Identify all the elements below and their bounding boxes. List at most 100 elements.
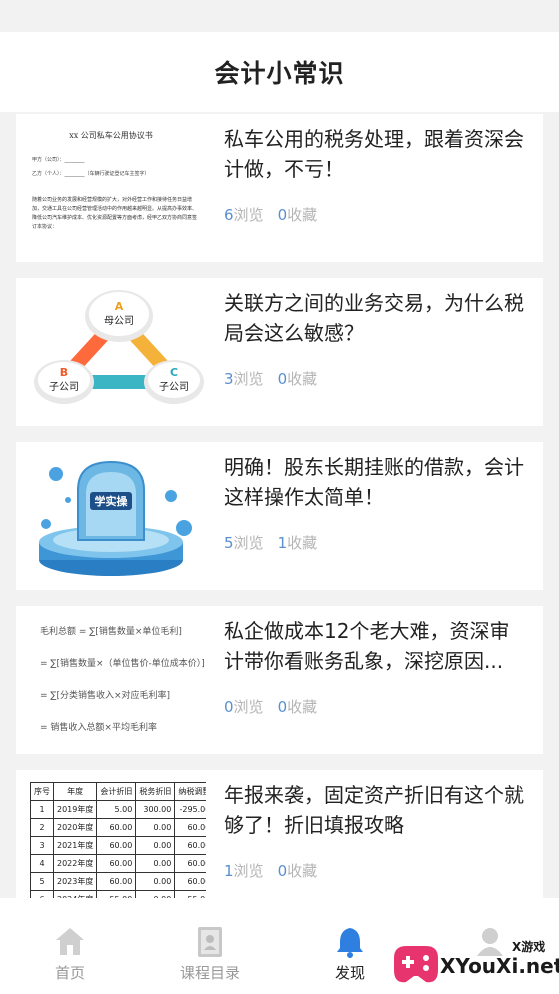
article-stats: 3浏览 0收藏: [224, 368, 317, 389]
formula-line: 毛利总额 = ∑[销售数量×单位毛利]: [40, 627, 182, 637]
table-cell: 60.00: [96, 818, 137, 837]
thumb-doc-body: 随着公司业务的发展和经营规模的扩大，对外经营工作和接待任务日益增加，交通工具在公…: [32, 197, 198, 230]
table-header-cell: 年度: [52, 782, 98, 801]
table-cell: 55.00: [174, 890, 206, 898]
article-stats: 5浏览 1收藏: [224, 532, 317, 553]
article-list[interactable]: xx 公司私车公用协议书 甲方（公司）：________ 乙方（个人）：____…: [0, 112, 559, 898]
status-bar: [0, 0, 559, 32]
table-cell: 5.00: [96, 800, 137, 819]
table-cell: 0.00: [135, 818, 176, 837]
table-cell: 0.00: [135, 890, 176, 898]
article-stats: 1浏览 0收藏: [224, 860, 317, 881]
article-title: 私车公用的税务处理，跟着资深会计做，不亏！: [224, 127, 524, 181]
table-cell: 60.00: [96, 872, 137, 891]
article-stats: 0浏览 0收藏: [224, 696, 317, 717]
tab-course-catalog[interactable]: 课程目录: [140, 898, 280, 994]
book-icon: [196, 926, 224, 962]
page-title: 会计小常识: [0, 32, 559, 112]
article-card[interactable]: 学实操 明确！股东长期挂账的借款，会计这样操作太简单！ 5浏览 1收藏: [16, 442, 543, 590]
table-cell: 60.00: [96, 854, 137, 873]
table-cell: 60.00: [174, 836, 206, 855]
table-cell: 3: [30, 836, 54, 855]
article-title: 年报来袭，固定资产折旧有这个就够了！折旧填报攻略: [224, 783, 524, 837]
podium-illustration: 学实操: [16, 442, 206, 590]
watermark-sub: X游戏: [512, 940, 546, 954]
table-cell: 2021年度: [52, 836, 98, 855]
node-c-label: 子公司: [159, 381, 189, 393]
view-label: 浏览: [233, 534, 264, 552]
article-title: 明确！股东长期挂账的借款，会计这样操作太简单！: [224, 455, 524, 509]
table-cell: 55.00: [96, 890, 137, 898]
article-thumbnail-podium: 学实操: [16, 442, 206, 590]
table-cell: 2020年度: [52, 818, 98, 837]
view-count: 5: [224, 534, 234, 552]
fav-label: 收藏: [287, 698, 318, 716]
fav-count: 0: [277, 370, 288, 388]
triangle-diagram: A 母公司 B 子公司 C 子公司: [16, 278, 206, 426]
node-a-letter: A: [115, 300, 124, 313]
podium-sign-text: 学实操: [95, 494, 129, 508]
view-label: 浏览: [233, 370, 264, 388]
node-a-label: 母公司: [104, 315, 134, 327]
fav-count: 0: [277, 698, 288, 716]
thumb-doc-line: 乙方（个人）：________（车辆行驶证登记车主签字）: [32, 171, 150, 177]
table-cell: 4: [30, 854, 54, 873]
formula-line: = 销售收入总额×平均毛利率: [40, 723, 157, 733]
table-cell: 60.00: [174, 854, 206, 873]
table-cell: 2019年度: [52, 800, 98, 819]
table-header-cell: 序号: [30, 782, 54, 801]
article-thumbnail-agreement: xx 公司私车公用协议书 甲方（公司）：________ 乙方（个人）：____…: [16, 114, 206, 262]
formula-line: = ∑[分类销售收入×对应毛利率]: [40, 691, 171, 701]
article-thumbnail-triangle: A 母公司 B 子公司 C 子公司: [16, 278, 206, 426]
tab-home[interactable]: 首页: [0, 898, 140, 994]
table-row: 52023年度60.000.0060.00: [30, 872, 206, 891]
home-icon: [53, 926, 87, 960]
table-cell: 300.00: [135, 800, 176, 819]
fav-count: 0: [277, 862, 288, 880]
table-row: 22020年度60.000.0060.00: [30, 818, 206, 837]
node-c-letter: C: [170, 366, 178, 379]
bell-icon: [335, 926, 365, 962]
gamepad-logo-icon: [394, 946, 438, 983]
formula-line: = ∑[销售数量×（单位售价-单位成本价）]: [40, 659, 205, 669]
node-b-label: 子公司: [49, 381, 79, 393]
table-cell: 2: [30, 818, 54, 837]
fav-label: 收藏: [287, 370, 318, 388]
watermark-brand: XYouXi.net: [440, 954, 559, 978]
table-cell: 5: [30, 872, 54, 891]
article-thumbnail-table: 序号年度会计折旧税务折旧纳税调整 12019年度5.00300.00-295.0…: [16, 770, 206, 898]
table-row: 32021年度60.000.0060.00: [30, 836, 206, 855]
article-card[interactable]: 序号年度会计折旧税务折旧纳税调整 12019年度5.00300.00-295.0…: [16, 770, 543, 898]
article-title: 关联方之间的业务交易，为什么税局会这么敏感？: [224, 291, 524, 345]
article-card[interactable]: A 母公司 B 子公司 C 子公司 关联方之间的业务交易，为什么税局会这么敏感？…: [16, 278, 543, 426]
table-row: 42022年度60.000.0060.00: [30, 854, 206, 873]
article-card[interactable]: 毛利总额 = ∑[销售数量×单位毛利] = ∑[销售数量×（单位售价-单位成本价…: [16, 606, 543, 754]
view-label: 浏览: [233, 698, 264, 716]
fav-label: 收藏: [287, 206, 318, 224]
view-count: 6: [224, 206, 234, 224]
article-title: 私企做成本12个老大难，资深审计带你看账务乱象，深挖原因...: [224, 619, 510, 673]
table-cell: 2022年度: [52, 854, 98, 873]
view-count: 0: [224, 698, 234, 716]
article-card[interactable]: xx 公司私车公用协议书 甲方（公司）：________ 乙方（个人）：____…: [16, 114, 543, 262]
thumb-doc-line: 甲方（公司）：________: [32, 157, 85, 163]
table-row: 12019年度5.00300.00-295.00: [30, 800, 206, 819]
table-cell: -295.00: [174, 800, 206, 819]
table-cell: 6: [30, 890, 54, 898]
table-cell: 1: [30, 800, 54, 819]
fav-count: 0: [277, 206, 288, 224]
site-watermark: X游戏 XYouXi.net: [388, 934, 559, 994]
view-count: 1: [224, 862, 234, 880]
tab-label: 课程目录: [179, 964, 240, 982]
table-header-cell: 会计折旧: [96, 782, 137, 801]
table-cell: 2023年度: [52, 872, 98, 891]
fav-label: 收藏: [287, 862, 318, 880]
table-header-cell: 纳税调整: [174, 782, 206, 801]
fav-count: 1: [277, 534, 288, 552]
table-cell: 0.00: [135, 836, 176, 855]
table-cell: 60.00: [96, 836, 137, 855]
depreciation-table: 序号年度会计折旧税务折旧纳税调整 12019年度5.00300.00-295.0…: [30, 782, 206, 898]
table-cell: 60.00: [174, 872, 206, 891]
node-b-letter: B: [60, 366, 68, 379]
tab-label: 首页: [54, 964, 85, 982]
